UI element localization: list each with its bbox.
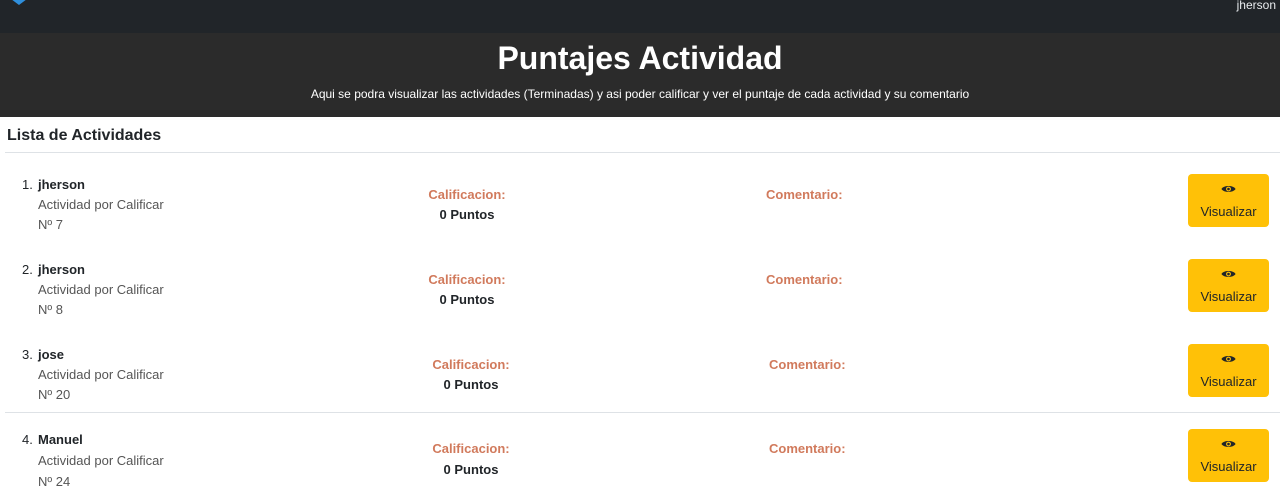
item-numero: Nº 7 (38, 217, 63, 232)
item-name: jherson (38, 177, 85, 192)
calificacion-label: Calificacion: (428, 272, 506, 287)
visualizar-label: Visualizar (1200, 374, 1257, 389)
page-header: Puntajes Actividad Aqui se podra visuali… (0, 33, 1280, 117)
item-description: Actividad por Calificar (38, 282, 164, 297)
page-title: Puntajes Actividad (497, 40, 783, 76)
item-number: 1. (22, 177, 33, 192)
top-navbar: jherson (0, 0, 1280, 33)
calificacion-value: 0 Puntos (439, 292, 495, 307)
item-numero: Nº 24 (38, 474, 71, 489)
eye-icon (1221, 186, 1236, 192)
calificacion-label: Calificacion: (432, 357, 510, 372)
nav-user-name[interactable]: jherson (1237, 0, 1276, 12)
calificacion-value: 0 Puntos (439, 207, 495, 222)
divider (5, 152, 1280, 153)
list-title: Lista de Actividades (7, 127, 162, 144)
item-description: Actividad por Calificar (38, 453, 164, 468)
item-number: 3. (22, 347, 33, 362)
calificacion-label: Calificacion: (432, 441, 510, 456)
visualizar-button[interactable]: Visualizar (1188, 344, 1269, 397)
eye-icon (1221, 441, 1236, 447)
visualizar-label: Visualizar (1200, 459, 1257, 474)
list-item: 3. jose Actividad por Calificar Nº 20 Ca… (5, 335, 1280, 417)
shield-logo-icon[interactable] (6, 0, 32, 6)
calificacion-value: 0 Puntos (443, 462, 499, 477)
page-subtitle: Aqui se podra visualizar las actividades… (310, 87, 970, 101)
item-numero: Nº 20 (38, 387, 71, 402)
item-description: Actividad por Calificar (38, 197, 164, 212)
visualizar-button[interactable]: Visualizar (1188, 259, 1269, 312)
list-item: 4. Manuel Actividad por Calificar Nº 24 … (5, 412, 1280, 494)
visualizar-label: Visualizar (1200, 204, 1257, 219)
item-name: jose (38, 347, 65, 362)
item-name: jherson (38, 262, 85, 277)
item-number: 2. (22, 262, 33, 277)
comentario-label: Comentario: (766, 187, 843, 202)
comentario-label: Comentario: (766, 272, 843, 287)
visualizar-label: Visualizar (1200, 289, 1257, 304)
item-numero: Nº 8 (38, 302, 63, 317)
list-item: 1. jherson Actividad por Calificar Nº 7 … (5, 165, 1280, 247)
comentario-label: Comentario: (769, 441, 846, 456)
visualizar-button[interactable]: Visualizar (1188, 174, 1269, 227)
visualizar-button[interactable]: Visualizar (1188, 429, 1269, 482)
eye-icon (1221, 356, 1236, 362)
item-number: 4. (22, 432, 33, 447)
item-description: Actividad por Calificar (38, 367, 164, 382)
calificacion-value: 0 Puntos (443, 377, 499, 392)
list-item: 2. jherson Actividad por Calificar Nº 8 … (5, 250, 1280, 332)
eye-icon (1221, 271, 1236, 277)
comentario-label: Comentario: (769, 357, 846, 372)
item-name: Manuel (38, 432, 83, 447)
calificacion-label: Calificacion: (428, 187, 506, 202)
